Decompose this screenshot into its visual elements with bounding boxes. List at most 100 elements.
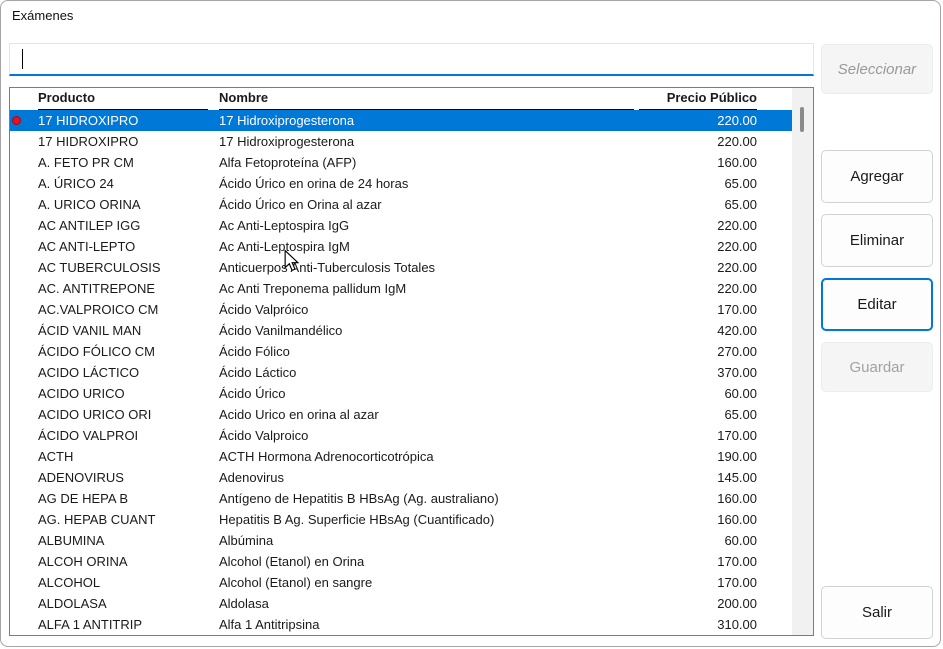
cell-precio: 170.00 xyxy=(635,299,792,320)
agregar-button[interactable]: Agregar xyxy=(821,150,933,203)
eliminar-button[interactable]: Eliminar xyxy=(821,214,933,267)
cell-precio: 310.00 xyxy=(635,614,792,635)
cell-nombre: Antígeno de Hepatitis B HBsAg (Ag. austr… xyxy=(219,488,635,509)
cell-nombre: Ácido Valpróico xyxy=(219,299,635,320)
cell-producto: ALCOH ORINA xyxy=(38,551,219,572)
table-row[interactable]: ALCOHOL Alcohol (Etanol) en sangre 170.0… xyxy=(10,572,792,593)
cell-precio: 370.00 xyxy=(635,362,792,383)
cell-producto: A. URICO ORINA xyxy=(38,194,219,215)
cell-producto: AG. HEPAB CUANT xyxy=(38,509,219,530)
search-input[interactable] xyxy=(10,44,813,74)
cell-precio: 65.00 xyxy=(635,194,792,215)
cell-producto: 17 HIDROXIPRO xyxy=(38,110,219,131)
cell-nombre: Albúmina xyxy=(219,530,635,551)
table-row[interactable]: A. ÚRICO 24 Ácido Úrico en orina de 24 h… xyxy=(10,173,792,194)
cell-producto: ADENOVIRUS xyxy=(38,467,219,488)
guardar-button[interactable]: Guardar xyxy=(821,342,933,392)
table-row[interactable]: A. URICO ORINA Ácido Úrico en Orina al a… xyxy=(10,194,792,215)
table-row[interactable]: AC ANTILEP IGG Ac Anti-Leptospira IgG 22… xyxy=(10,215,792,236)
table-row[interactable]: ALFA 1 ANTITRIP Alfa 1 Antitripsina 310.… xyxy=(10,614,792,635)
table-row[interactable]: A. FETO PR CM Alfa Fetoproteína (AFP) 16… xyxy=(10,152,792,173)
table-row[interactable]: AG DE HEPA B Antígeno de Hepatitis B HBs… xyxy=(10,488,792,509)
cell-precio: 220.00 xyxy=(635,131,792,152)
table-row[interactable]: AC. ANTITREPONE Ac Anti Treponema pallid… xyxy=(10,278,792,299)
table-row[interactable]: ALBUMINA Albúmina 60.00 xyxy=(10,530,792,551)
cell-precio: 220.00 xyxy=(635,236,792,257)
table-row[interactable]: AG. HEPAB CUANT Hepatitis B Ag. Superfic… xyxy=(10,509,792,530)
cell-precio: 170.00 xyxy=(635,425,792,446)
cell-precio: 60.00 xyxy=(635,530,792,551)
cell-producto: ACIDO URICO xyxy=(38,383,219,404)
cell-nombre: 17 Hidroxiprogesterona xyxy=(219,110,635,131)
cell-producto: ACTH xyxy=(38,446,219,467)
cell-nombre: Alcohol (Etanol) en Orina xyxy=(219,551,635,572)
cell-precio: 170.00 xyxy=(635,551,792,572)
cell-nombre: Ácido Úrico en Orina al azar xyxy=(219,194,635,215)
cell-producto: AC. ANTITREPONE xyxy=(38,278,219,299)
column-header-precio[interactable]: Precio Público xyxy=(635,88,792,110)
scrollbar-thumb[interactable] xyxy=(800,107,804,132)
cell-nombre: Ac Anti Treponema pallidum IgM xyxy=(219,278,635,299)
table-row[interactable]: ÁCIDO VALPROI Ácido Valproico 170.00 xyxy=(10,425,792,446)
exam-list: Producto Nombre Precio Público 17 HIDROX… xyxy=(9,87,814,636)
table-row[interactable]: ACIDO LÁCTICO Ácido Láctico 370.00 xyxy=(10,362,792,383)
cell-precio: 420.00 xyxy=(635,320,792,341)
table-row[interactable]: AC ANTI-LEPTO Ac Anti-Leptospira IgM 220… xyxy=(10,236,792,257)
cell-precio: 145.00 xyxy=(635,467,792,488)
table-row[interactable]: 17 HIDROXIPRO 17 Hidroxiprogesterona 220… xyxy=(10,110,792,131)
cell-nombre: Alfa 1 Antitripsina xyxy=(219,614,635,635)
cell-nombre: Aldolasa xyxy=(219,593,635,614)
cell-precio: 160.00 xyxy=(635,488,792,509)
cell-producto: AC TUBERCULOSIS xyxy=(38,257,219,278)
cell-precio: 220.00 xyxy=(635,278,792,299)
window-title: Exámenes xyxy=(12,8,73,23)
text-caret xyxy=(22,49,23,69)
cell-precio: 220.00 xyxy=(635,257,792,278)
table-row[interactable]: AC.VALPROICO CM Ácido Valpróico 170.00 xyxy=(10,299,792,320)
column-header-producto[interactable]: Producto xyxy=(38,88,219,110)
cell-producto: A. FETO PR CM xyxy=(38,152,219,173)
cell-producto: AC.VALPROICO CM xyxy=(38,299,219,320)
exam-list-rows: 17 HIDROXIPRO 17 Hidroxiprogesterona 220… xyxy=(10,110,792,635)
cell-nombre: Ac Anti-Leptospira IgG xyxy=(219,215,635,236)
cell-nombre: ACTH Hormona Adrenocorticotrópica xyxy=(219,446,635,467)
table-row[interactable]: ACIDO URICO ORI Acido Urico en orina al … xyxy=(10,404,792,425)
cell-precio: 170.00 xyxy=(635,572,792,593)
cell-precio: 65.00 xyxy=(635,404,792,425)
table-row[interactable]: ALDOLASA Aldolasa 200.00 xyxy=(10,593,792,614)
cell-producto: ALFA 1 ANTITRIP xyxy=(38,614,219,635)
cell-producto: ÁCIDO VALPROI xyxy=(38,425,219,446)
cell-nombre: Ácido Vanilmandélico xyxy=(219,320,635,341)
cell-nombre: Ácido Láctico xyxy=(219,362,635,383)
table-row[interactable]: ACIDO URICO Ácido Úrico 60.00 xyxy=(10,383,792,404)
table-row[interactable]: ADENOVIRUS Adenovirus 145.00 xyxy=(10,467,792,488)
cell-nombre: Ácido Úrico en orina de 24 horas xyxy=(219,173,635,194)
cell-nombre: Hepatitis B Ag. Superficie HBsAg (Cuanti… xyxy=(219,509,635,530)
cell-nombre: Ac Anti-Leptospira IgM xyxy=(219,236,635,257)
table-row[interactable]: ÁCID VANIL MAN Ácido Vanilmandélico 420.… xyxy=(10,320,792,341)
cell-producto: ACIDO LÁCTICO xyxy=(38,362,219,383)
editar-button[interactable]: Editar xyxy=(821,278,933,331)
list-header-row: Producto Nombre Precio Público xyxy=(10,88,792,110)
salir-button[interactable]: Salir xyxy=(821,586,933,639)
table-row[interactable]: ALCOH ORINA Alcohol (Etanol) en Orina 17… xyxy=(10,551,792,572)
cell-producto: ALCOHOL xyxy=(38,572,219,593)
scrollbar-track[interactable] xyxy=(792,88,813,635)
table-row[interactable]: 17 HIDROXIPRO 17 Hidroxiprogesterona 220… xyxy=(10,131,792,152)
table-row[interactable]: AC TUBERCULOSIS Anticuerpos Anti-Tubercu… xyxy=(10,257,792,278)
cell-precio: 190.00 xyxy=(635,446,792,467)
cell-producto: AG DE HEPA B xyxy=(38,488,219,509)
cell-producto: ACIDO URICO ORI xyxy=(38,404,219,425)
cell-precio: 60.00 xyxy=(635,383,792,404)
cell-nombre: Ácido Valproico xyxy=(219,425,635,446)
exam-list-viewport: Producto Nombre Precio Público 17 HIDROX… xyxy=(10,88,792,635)
cell-nombre: Alfa Fetoproteína (AFP) xyxy=(219,152,635,173)
column-header-nombre[interactable]: Nombre xyxy=(219,88,635,110)
table-row[interactable]: ÁCIDO FÓLICO CM Ácido Fólico 270.00 xyxy=(10,341,792,362)
seleccionar-button[interactable]: Seleccionar xyxy=(821,44,933,94)
selected-row-marker-icon xyxy=(12,116,21,125)
table-row[interactable]: ACTH ACTH Hormona Adrenocorticotrópica 1… xyxy=(10,446,792,467)
cell-producto: AC ANTI-LEPTO xyxy=(38,236,219,257)
cell-producto: ALDOLASA xyxy=(38,593,219,614)
cell-nombre: 17 Hidroxiprogesterona xyxy=(219,131,635,152)
